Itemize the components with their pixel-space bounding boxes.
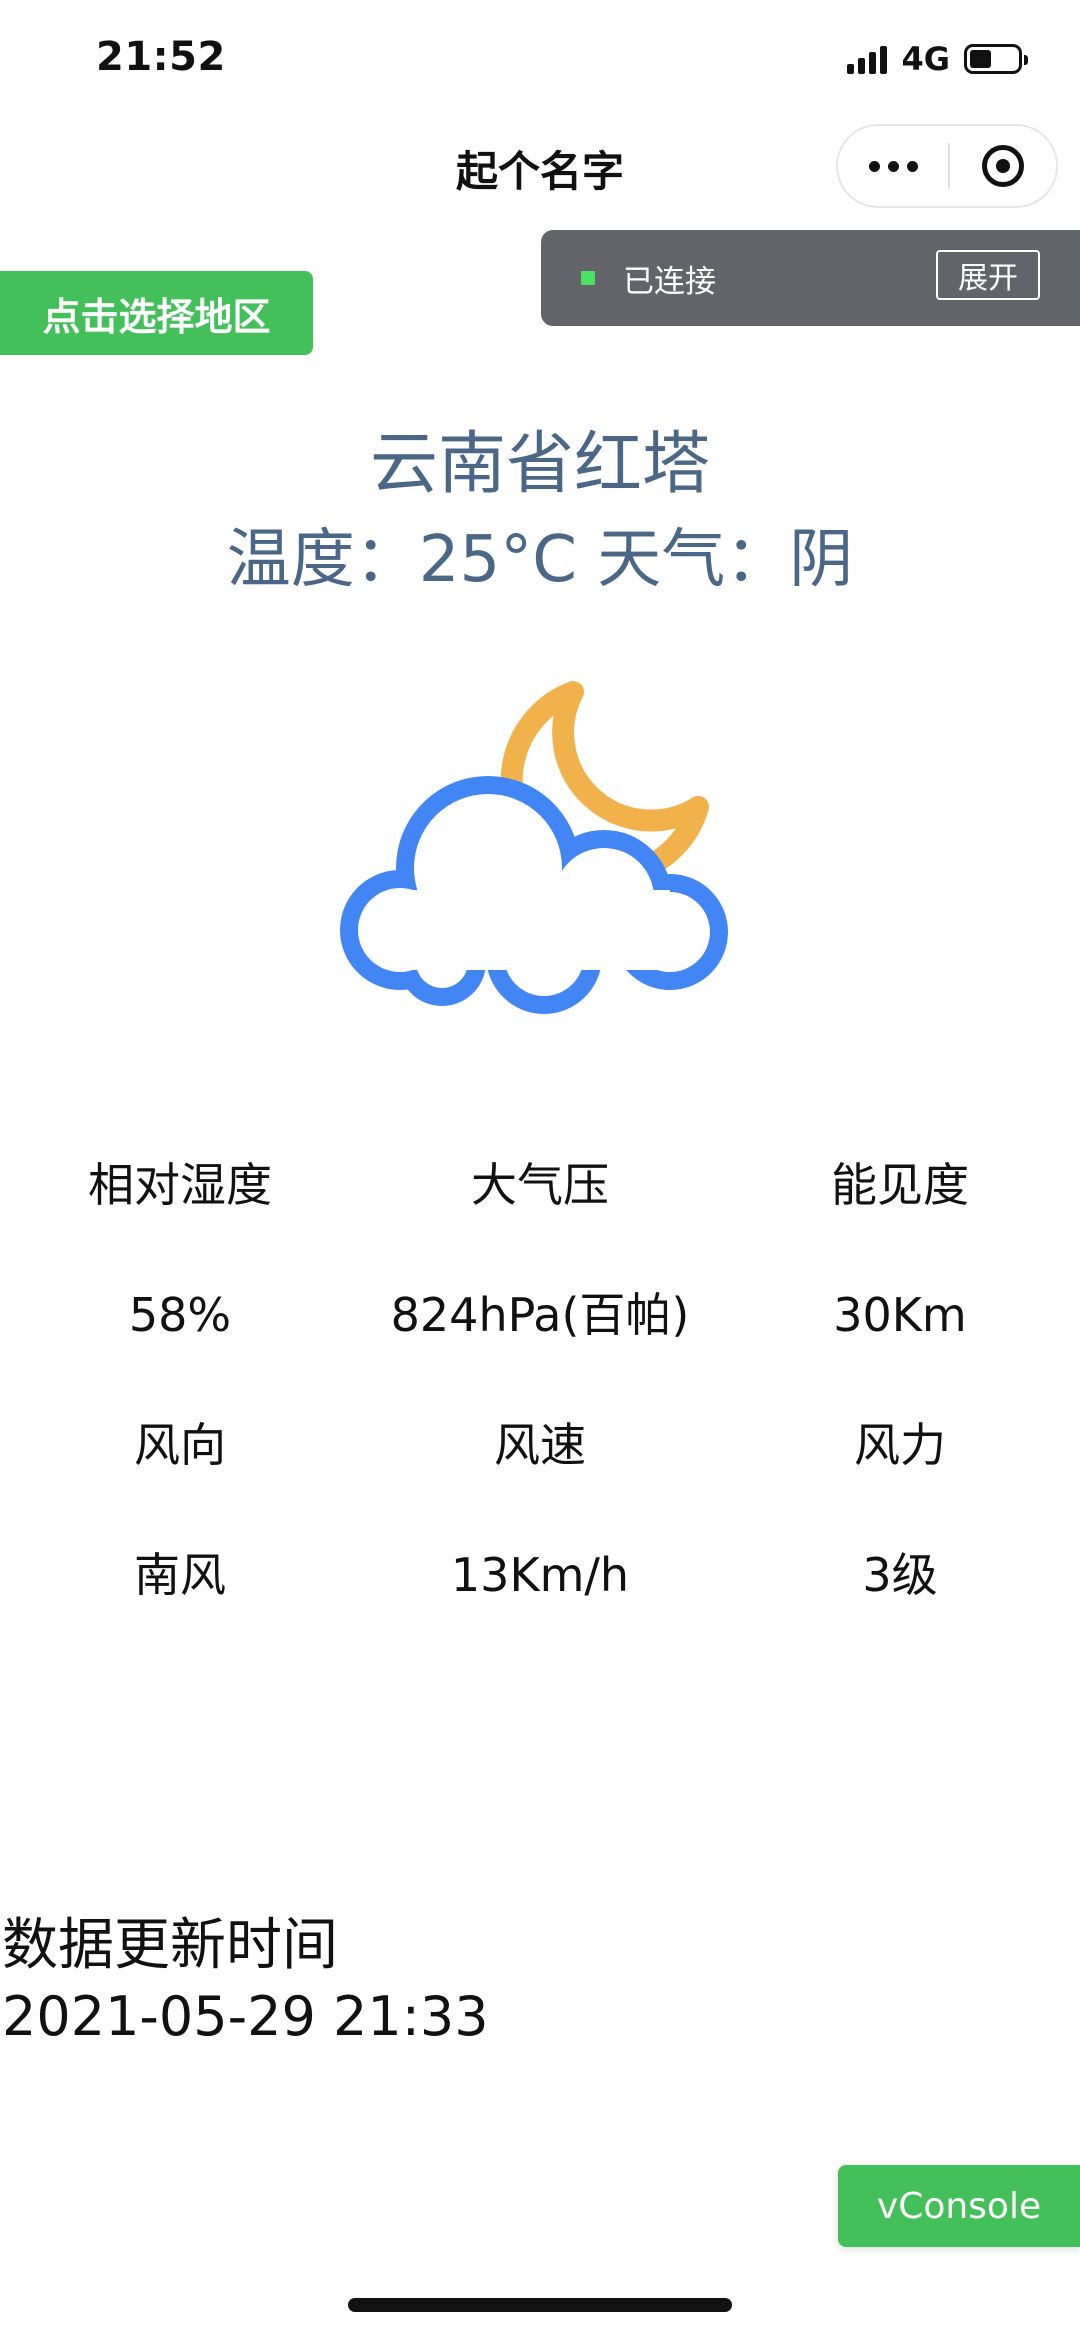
humidity-label: 相对湿度 — [88, 1158, 272, 1212]
pressure-label: 大气压 — [471, 1158, 609, 1212]
connection-panel: 已连接 展开 — [541, 230, 1080, 326]
status-time: 21:52 — [96, 34, 226, 80]
signal-icon — [847, 44, 888, 74]
update-time-label: 数据更新时间 — [2, 1913, 338, 1978]
moon-cloud-icon — [340, 681, 728, 1014]
update-time-value: 2021-05-29 21:33 — [2, 1985, 489, 2048]
connection-status: 已连接 — [623, 263, 716, 300]
weather-summary: 温度：25°C 天气：阴 — [226, 523, 854, 597]
expand-button[interactable]: 展开 — [936, 250, 1040, 300]
battery-level — [970, 50, 991, 68]
wind-direction-label: 风向 — [134, 1418, 226, 1472]
wind-force-value: 3级 — [862, 1548, 938, 1602]
battery-icon — [964, 44, 1028, 74]
home-indicator[interactable] — [348, 2298, 732, 2312]
wind-speed-value: 13Km/h — [450, 1548, 630, 1602]
connection-status-icon — [581, 271, 595, 285]
network-type: 4G — [901, 40, 950, 78]
weather-details: 相对湿度 大气压 能见度 58% 824hPa(百帕) 30Km 风向 风速 风… — [0, 1150, 1080, 1670]
mini-program-capsule — [836, 124, 1058, 208]
vconsole-button[interactable]: vConsole — [838, 2165, 1080, 2247]
visibility-value: 30Km — [833, 1288, 967, 1342]
select-region-button[interactable]: 点击选择地区 — [0, 271, 313, 355]
wind-speed-label: 风速 — [494, 1418, 586, 1472]
close-button[interactable] — [950, 145, 1056, 187]
more-button[interactable] — [838, 126, 948, 206]
wind-force-label: 风力 — [854, 1418, 946, 1472]
visibility-label: 能见度 — [831, 1158, 969, 1212]
status-indicators: 4G — [847, 40, 1028, 78]
pressure-value: 824hPa(百帕) — [390, 1288, 690, 1342]
more-dots-icon — [868, 160, 880, 172]
wind-direction-value: 南风 — [134, 1548, 226, 1602]
humidity-value: 58% — [128, 1288, 232, 1342]
location-name: 云南省红塔 — [369, 425, 710, 504]
target-icon — [982, 145, 1024, 187]
